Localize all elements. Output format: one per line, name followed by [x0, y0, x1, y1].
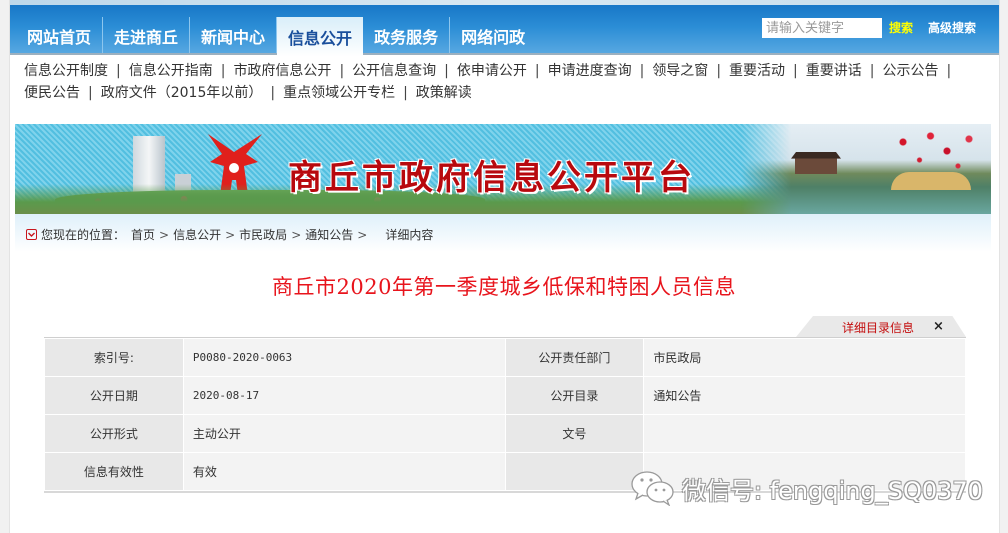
meta-row: 索引号: P0080-2020-0063 公开责任部门 市民政局	[44, 338, 966, 377]
sub-nav-separator: |	[403, 85, 408, 101]
sub-nav-row-1: 信息公开制度 | 信息公开指南 | 市政府信息公开 | 公开信息查询 | 依申请公开 | …	[24, 60, 974, 82]
banner-pavilion-image	[791, 152, 841, 174]
nav-tab-gov-services[interactable]: 政务服务	[363, 17, 451, 55]
location-icon	[26, 229, 37, 240]
banner-blossom-image	[881, 124, 991, 184]
meta-value: 有效	[182, 452, 506, 491]
wechat-icon	[631, 471, 674, 506]
breadcrumb-notices[interactable]: 通知公告	[305, 226, 353, 243]
sub-nav-separator: |	[946, 63, 952, 79]
article-title: 商丘市2020年第一季度城乡低保和特困人员信息	[272, 275, 736, 299]
sub-nav-separator: |	[270, 85, 276, 101]
meta-key: 文号	[504, 414, 645, 453]
nav-tab-home[interactable]: 网站首页	[16, 17, 104, 55]
sub-nav-item[interactable]: 政府文件（2015年以前）	[101, 82, 263, 104]
meta-key: 索引号:	[44, 338, 184, 377]
meta-key: 信息有效性	[44, 452, 184, 491]
site-banner: 商丘市政府信息公开平台	[15, 124, 991, 214]
breadcrumb-separator: >	[357, 227, 368, 242]
sub-nav-row-2: 便民公告 | 政府文件（2015年以前） | 重点领域公开专栏 | 政策解读	[24, 82, 974, 104]
sub-nav-separator: |	[116, 63, 121, 79]
breadcrumb-separator: >	[159, 227, 170, 242]
breadcrumb-separator: >	[291, 227, 302, 242]
banner-title: 商丘市政府信息公开平台	[288, 158, 695, 198]
meta-value: 通知公告	[643, 376, 966, 415]
meta-key: 公开形式	[44, 414, 184, 453]
watermark-text: 微信号: fengqing_SQ0370	[682, 476, 983, 505]
nav-tabs: 网站首页 走进商丘 新闻中心 信息公开 政务服务 网络问政	[16, 17, 536, 57]
close-icon[interactable]: ×	[933, 319, 944, 334]
meta-row: 公开日期 2020-08-17 公开目录 通知公告	[44, 376, 966, 415]
meta-value: 市民政局	[643, 338, 966, 377]
breadcrumb-home[interactable]: 首页	[131, 226, 155, 243]
sub-nav-separator: |	[716, 63, 722, 79]
sub-nav-separator: |	[869, 63, 875, 79]
sub-nav-separator: |	[220, 63, 226, 79]
meta-value: 主动公开	[182, 414, 506, 453]
search-input[interactable]	[762, 18, 882, 38]
breadcrumb-info-disclosure[interactable]: 信息公开	[173, 226, 221, 243]
left-gutter	[0, 0, 10, 533]
sub-nav-separator: |	[88, 85, 93, 101]
breadcrumb: 您现在的位置： 首页 > 信息公开 > 市民政局 > 通知公告 > 详细内容	[26, 226, 433, 243]
sub-nav-separator: |	[639, 63, 645, 79]
sub-nav-separator: |	[444, 63, 449, 79]
sub-nav-item[interactable]: 申请进度查询	[548, 60, 632, 82]
sub-nav-item[interactable]: 市政府信息公开	[233, 60, 331, 82]
nav-tab-about-shangqiu[interactable]: 走进商丘	[103, 17, 191, 55]
meta-value: 2020-08-17	[182, 376, 506, 415]
sub-nav-item[interactable]: 领导之窗	[652, 60, 708, 82]
sub-nav-item[interactable]: 公示公告	[882, 60, 938, 82]
main-nav-bar: 网站首页 走进商丘 新闻中心 信息公开 政务服务 网络问政 搜索 高级搜索	[10, 5, 999, 57]
sub-nav-item[interactable]: 重点领域公开专栏	[283, 82, 395, 104]
meta-table: 索引号: P0080-2020-0063 公开责任部门 市民政局 公开日期 20…	[44, 338, 966, 491]
breadcrumb-current: 详细内容	[385, 228, 434, 242]
sub-nav-separator: |	[534, 63, 540, 79]
meta-key: 公开日期	[44, 376, 184, 415]
nav-tab-info-disclosure[interactable]: 信息公开	[277, 17, 364, 57]
sub-nav-item[interactable]: 信息公开指南	[129, 60, 213, 82]
meta-key	[504, 452, 645, 491]
advanced-search-link[interactable]: 高级搜索	[928, 19, 976, 36]
page: 网站首页 走进商丘 新闻中心 信息公开 政务服务 网络问政 搜索 高级搜索 信息…	[0, 0, 1008, 533]
breadcrumb-separator: >	[225, 227, 236, 242]
nav-tab-news[interactable]: 新闻中心	[190, 17, 278, 55]
sub-nav-item[interactable]: 政策解读	[416, 82, 472, 104]
sub-nav-item[interactable]: 便民公告	[24, 82, 80, 104]
breadcrumb-civil-affairs[interactable]: 市民政局	[239, 226, 287, 243]
meta-value: P0080-2020-0063	[182, 338, 506, 377]
sub-nav-separator: |	[339, 63, 345, 79]
wechat-watermark: 微信号: fengqing_SQ0370	[630, 470, 983, 506]
search-button[interactable]: 搜索	[889, 19, 913, 36]
sub-nav-item[interactable]: 依申请公开	[457, 60, 527, 82]
sub-nav-item[interactable]: 重要活动	[729, 60, 785, 82]
sub-nav-item[interactable]: 信息公开制度	[24, 60, 108, 82]
meta-row: 公开形式 主动公开 文号	[44, 414, 966, 453]
meta-key: 公开责任部门	[504, 338, 645, 377]
nav-tab-online-inquiry[interactable]: 网络问政	[450, 17, 536, 55]
sub-nav-item[interactable]: 重要讲话	[806, 60, 862, 82]
meta-key: 公开目录	[504, 376, 645, 415]
sub-nav: 信息公开制度 | 信息公开指南 | 市政府信息公开 | 公开信息查询 | 依申请公开 | …	[24, 60, 974, 104]
right-scrollbar[interactable]	[999, 0, 1008, 533]
sub-nav-item[interactable]: 公开信息查询	[352, 60, 436, 82]
sub-nav-separator: |	[793, 63, 798, 79]
meta-tab-label[interactable]: 详细目录信息	[842, 319, 914, 336]
breadcrumb-prefix: 您现在的位置：	[41, 228, 126, 242]
meta-value	[643, 414, 966, 453]
